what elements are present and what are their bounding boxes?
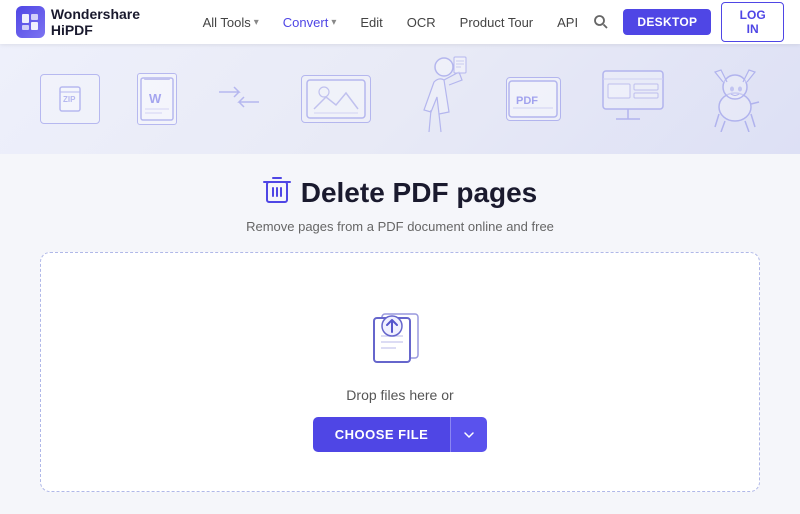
svg-text:W: W <box>149 91 162 106</box>
illus-dog <box>705 62 760 137</box>
nav-right: DESKTOP LOG IN <box>588 2 784 42</box>
logo[interactable]: Wondershare HiPDF <box>16 6 173 38</box>
drop-label: Drop files here or <box>346 387 453 403</box>
desktop-button[interactable]: DESKTOP <box>623 9 711 35</box>
choose-file-button[interactable]: CHOOSE FILE <box>313 417 451 452</box>
logo-icon <box>16 6 45 38</box>
illus-word-doc: W <box>137 73 177 125</box>
page-subtitle: Remove pages from a PDF document online … <box>246 219 554 234</box>
hero-illustrations: ZIP W <box>0 44 800 154</box>
illus-person <box>409 52 469 147</box>
chevron-down-icon: ▾ <box>254 17 259 28</box>
illus-monitor <box>598 69 668 129</box>
page-title: Delete PDF pages <box>263 174 538 211</box>
main-content: Delete PDF pages Remove pages from a PDF… <box>0 154 800 512</box>
nav-ocr[interactable]: OCR <box>397 11 446 34</box>
nav-links: All Tools ▾ Convert ▾ Edit OCR Product T… <box>193 11 589 34</box>
nav-edit[interactable]: Edit <box>350 11 392 34</box>
svg-text:PDF: PDF <box>516 95 538 107</box>
choose-file-group: CHOOSE FILE <box>313 417 488 452</box>
illus-image-frame <box>301 75 371 123</box>
illus-arrows <box>214 82 264 117</box>
nav-product-tour[interactable]: Product Tour <box>450 11 543 34</box>
login-button[interactable]: LOG IN <box>721 2 784 42</box>
hero-banner: ZIP W <box>0 44 800 154</box>
navbar: Wondershare HiPDF All Tools ▾ Convert ▾ … <box>0 0 800 44</box>
nav-all-tools[interactable]: All Tools ▾ <box>193 11 269 34</box>
nav-convert[interactable]: Convert ▾ <box>273 11 347 34</box>
svg-text:ZIP: ZIP <box>63 95 76 104</box>
chevron-down-icon: ▾ <box>331 17 336 28</box>
nav-api[interactable]: API <box>547 11 588 34</box>
search-button[interactable] <box>588 6 613 38</box>
upload-area[interactable]: Drop files here or CHOOSE FILE <box>40 252 760 492</box>
logo-text: Wondershare HiPDF <box>51 6 173 38</box>
illus-pdf-box: PDF <box>506 77 561 121</box>
choose-file-dropdown-button[interactable] <box>450 417 487 452</box>
illus-zip: ZIP <box>40 74 100 124</box>
upload-icon <box>360 296 440 371</box>
trash-icon <box>263 174 291 211</box>
